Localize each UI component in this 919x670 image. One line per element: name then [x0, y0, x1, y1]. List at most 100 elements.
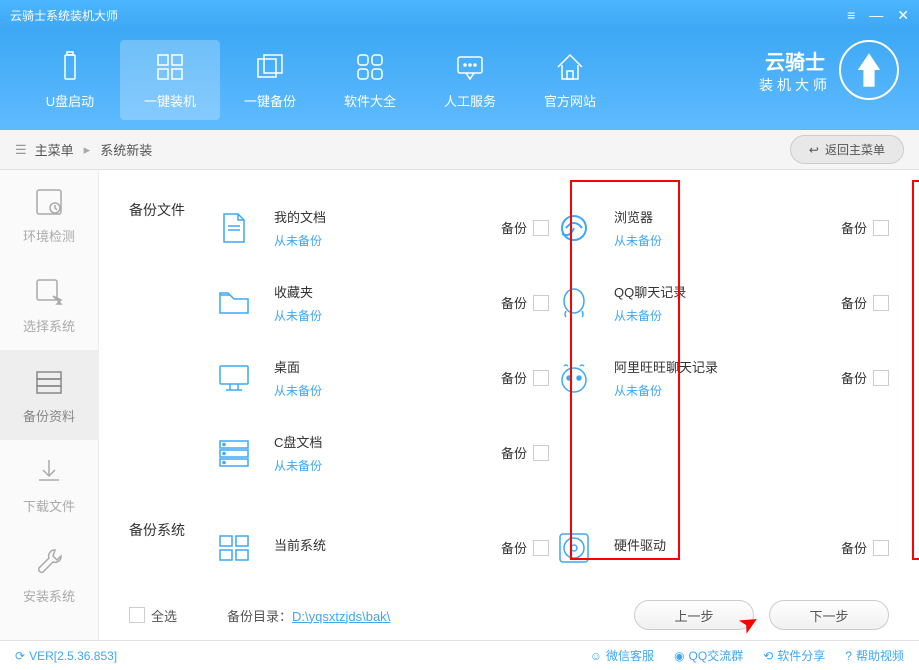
list-icon: ☰ [15, 142, 27, 158]
backup-checkbox[interactable] [533, 295, 549, 311]
nav-tab-website[interactable]: 官方网站 [520, 40, 620, 120]
backup-checkbox[interactable] [873, 370, 889, 386]
backup-item-name: 浏览器 [614, 207, 841, 226]
backup-checkbox[interactable] [533, 370, 549, 386]
select-all[interactable]: 全选 [129, 606, 177, 625]
backup-item-name: 阿里旺旺聊天记录 [614, 357, 841, 376]
desktop-icon [209, 353, 259, 403]
backup-checkbox[interactable] [533, 220, 549, 236]
sidebar-item-backup[interactable]: 备份资料 [0, 350, 98, 440]
brand-name: 云骑士 [765, 46, 825, 75]
qq-link[interactable]: ◉ QQ交流群 [674, 647, 743, 664]
nav-label: 一键装机 [144, 91, 196, 110]
link-label: 帮助视频 [856, 647, 904, 664]
backup-action-label: 备份 [501, 368, 527, 387]
sidebar-item-env[interactable]: 环境检测 [0, 170, 98, 260]
nav-tab-usb[interactable]: U盘启动 [20, 40, 120, 120]
server-icon [209, 428, 259, 478]
home-icon [554, 51, 586, 83]
nav-label: 人工服务 [444, 91, 496, 110]
chat-icon [454, 51, 486, 83]
ie-icon [549, 203, 599, 253]
nav-label: 软件大全 [344, 91, 396, 110]
next-button[interactable]: 下一步 [769, 600, 889, 630]
env-icon [33, 186, 65, 218]
link-label: QQ交流群 [689, 647, 744, 664]
backup-item-status: 从未备份 [614, 382, 841, 399]
backup-checkbox[interactable] [533, 445, 549, 461]
brand: 云骑士 装机大师 [759, 40, 899, 100]
backup-item-status: 从未备份 [274, 232, 501, 249]
titlebar: 云骑士系统装机大师 ≡ — ✕ [0, 0, 919, 30]
nav-tab-backup[interactable]: 一键备份 [220, 40, 320, 120]
document-icon [209, 203, 259, 253]
brand-sub: 装机大师 [759, 75, 831, 95]
qq-group-icon: ◉ [674, 649, 684, 663]
usb-icon [54, 51, 86, 83]
sidebar-item-select[interactable]: 选择系统 [0, 260, 98, 350]
version-text: VER[2.5.36.853] [29, 649, 117, 663]
sidebar-item-install[interactable]: 安装系统 [0, 530, 98, 620]
download-icon [33, 456, 65, 488]
backup-icon [254, 51, 286, 83]
sidebar-label: 下载文件 [23, 496, 75, 515]
backup-action-label: 备份 [501, 218, 527, 237]
share-icon: ⟲ [763, 649, 773, 663]
qq-icon [549, 278, 599, 328]
backup-item-name: C盘文档 [274, 432, 501, 451]
share-link[interactable]: ⟲ 软件分享 [763, 647, 825, 664]
backup-action-label: 备份 [841, 538, 867, 557]
nav-tabs: U盘启动 一键装机 一键备份 软件大全 人工服务 官方网站 [20, 40, 620, 120]
backup-item-status: 从未备份 [274, 382, 501, 399]
wangwang-icon [549, 353, 599, 403]
backup-item-status: 从未备份 [274, 457, 501, 474]
help-icon: ? [845, 649, 852, 663]
help-link[interactable]: ? 帮助视频 [845, 647, 904, 664]
backup-action-label: 备份 [841, 368, 867, 387]
nav-label: U盘启动 [46, 91, 94, 110]
highlight-right [912, 180, 919, 560]
sidebar-label: 备份资料 [23, 406, 75, 425]
disk-icon [549, 523, 599, 573]
backup-checkbox[interactable] [873, 295, 889, 311]
backup-action-label: 备份 [501, 293, 527, 312]
select-all-checkbox[interactable] [129, 607, 145, 623]
backup-item-name: 我的文档 [274, 207, 501, 226]
sidebar-item-download[interactable]: 下载文件 [0, 440, 98, 530]
link-label: 微信客服 [606, 647, 654, 664]
backup-checkbox[interactable] [533, 540, 549, 556]
backup-action-label: 备份 [501, 538, 527, 557]
backup-checkbox[interactable] [873, 220, 889, 236]
version[interactable]: ⟳ VER[2.5.36.853] [15, 649, 117, 663]
close-icon[interactable]: ✕ [897, 7, 909, 24]
return-button[interactable]: ↩ 返回主菜单 [790, 135, 904, 164]
backup-item-name: QQ聊天记录 [614, 282, 841, 301]
select-icon [33, 276, 65, 308]
backup-action-label: 备份 [841, 293, 867, 312]
nav-tab-service[interactable]: 人工服务 [420, 40, 520, 120]
breadcrumb-main[interactable]: 主菜单 [35, 140, 74, 159]
nav-tab-software[interactable]: 软件大全 [320, 40, 420, 120]
nav-label: 一键备份 [244, 91, 296, 110]
windows-icon [209, 523, 259, 573]
wechat-link[interactable]: ☺ 微信客服 [590, 647, 654, 664]
backup-item-name: 当前系统 [274, 535, 501, 554]
backup-item-status: 从未备份 [614, 307, 841, 324]
breadcrumb-current: 系统新装 [100, 140, 152, 159]
sidebar-label: 选择系统 [23, 316, 75, 335]
menu-icon[interactable]: ≡ [847, 7, 855, 24]
section-system-label: 备份系统 [129, 510, 209, 585]
backup-checkbox[interactable] [873, 540, 889, 556]
windows-icon [154, 51, 186, 83]
wechat-icon: ☺ [590, 649, 602, 663]
backup-item-name: 桌面 [274, 357, 501, 376]
nav-tab-install[interactable]: 一键装机 [120, 40, 220, 120]
backup-dir-path[interactable]: D:\yqsxtzjds\bak\ [292, 609, 390, 624]
nav-label: 官方网站 [544, 91, 596, 110]
backup-action-label: 备份 [841, 218, 867, 237]
sidebar-label: 安装系统 [23, 586, 75, 605]
minimize-icon[interactable]: — [869, 7, 883, 24]
link-label: 软件分享 [777, 647, 825, 664]
backup-action-label: 备份 [501, 443, 527, 462]
content: 备份文件 我的文档 从未备份 备份 浏览器 [99, 170, 919, 640]
